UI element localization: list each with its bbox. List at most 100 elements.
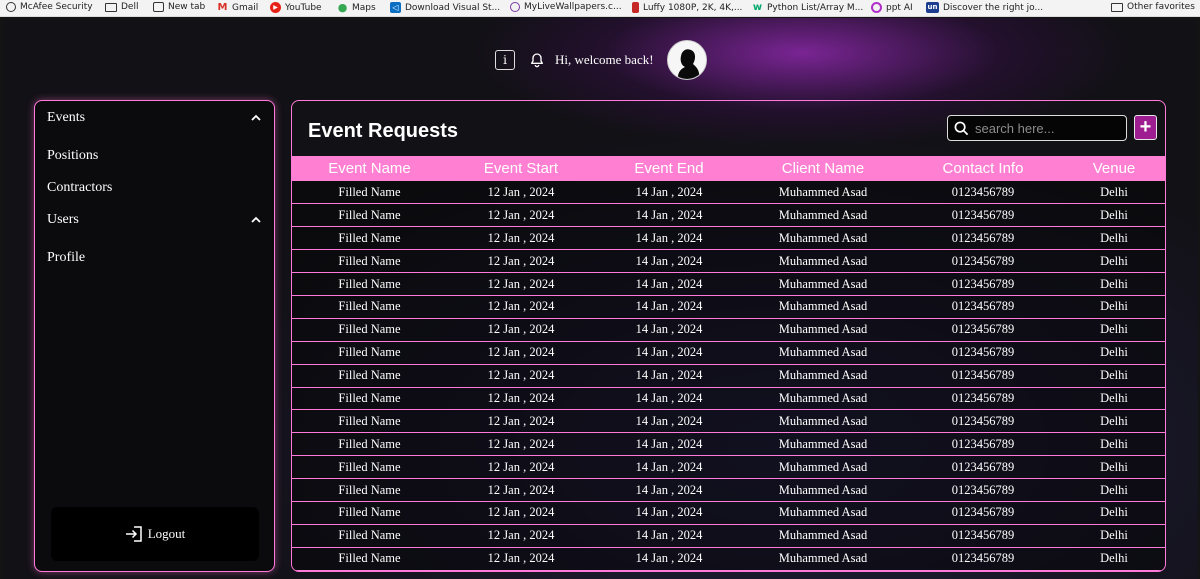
sidebar-item-positions[interactable]: Positions [47,148,262,164]
bookmark-youtube[interactable]: ▶ YouTube [270,2,322,13]
luffy-icon [632,2,639,13]
tab-icon [153,2,164,12]
contact-info-cell: 0123456789 [951,482,1015,497]
table-row[interactable]: Filled Name 12 Jan , 2024 14 Jan , 2024 Muh… [292,318,1165,342]
sidebar-item-events[interactable]: Events [47,110,262,126]
column-header[interactable]: Client Name [743,156,903,181]
event-start-cell: 12 Jan , 2024 [487,184,555,199]
client-name-cell: Muhammed Asad [778,207,868,222]
bookmark-dell[interactable]: Dell [105,2,138,12]
event-end-cell: 14 Jan , 2024 [635,390,703,405]
client-name-cell: Muhammed Asad [778,276,868,291]
contact-info-cell: 0123456789 [951,184,1015,199]
table-row[interactable]: Filled Name 12 Jan , 2024 14 Jan , 2024 Muh… [292,432,1165,456]
table-row[interactable]: Filled Name 12 Jan , 2024 14 Jan , 2024 Muh… [292,226,1165,250]
client-name-cell: Muhammed Asad [778,253,868,268]
event-end-cell: 14 Jan , 2024 [635,482,703,497]
maps-icon: ● [337,1,348,14]
column-header[interactable]: Contact Info [903,156,1063,181]
bookmark-visual-studio[interactable]: ◁ Download Visual St... [390,2,500,13]
sidebar-item-users[interactable]: Users [47,212,262,228]
bookmark-other-favorites[interactable]: Other favorites [1111,2,1195,12]
table-row[interactable]: Filled Name 12 Jan , 2024 14 Jan , 2024 Muh… [292,387,1165,410]
sidebar-item-contractors[interactable]: Contractors [47,180,262,196]
client-name-cell: Muhammed Asad [778,528,868,543]
table-row[interactable]: Filled Name 12 Jan , 2024 14 Jan , 2024 Muh… [292,501,1165,525]
bookmark-ppt-ai[interactable]: ppt AI [871,2,913,13]
event-requests-panel: Event Requests + Event NameEvent StartEv… [291,100,1166,572]
bookmark-mcafee[interactable]: McAfee Security [6,2,93,12]
event-end-cell: 14 Jan , 2024 [635,528,703,543]
column-header[interactable]: Event End [595,156,743,181]
bookmark-new-tab[interactable]: New tab [153,2,205,12]
bookmark-discover-jobs[interactable]: un Discover the right jo... [926,2,1043,13]
sidebar-item-profile[interactable]: Profile [47,250,262,266]
client-name-cell: Muhammed Asad [778,505,868,520]
table-row[interactable]: Filled Name 12 Jan , 2024 14 Jan , 2024 Muh… [292,364,1165,388]
event-requests-table: Event Name Event Start Event End Client Nam… [292,156,1165,571]
table-row[interactable]: Filled Name 12 Jan , 2024 14 Jan , 2024 Muh… [292,341,1165,365]
chevron-up-icon[interactable] [250,112,262,124]
venue-cell: Delhi [1100,345,1128,360]
event-name-cell: Filled Name [338,299,401,314]
vscode-icon: ◁ [390,2,401,13]
contact-info-cell: 0123456789 [951,345,1015,360]
chevron-up-icon[interactable] [250,214,262,226]
bookmark-luffy[interactable]: Luffy 1080P, 2K, 4K,... [632,2,742,13]
event-name-cell: Filled Name [338,436,401,451]
client-name-cell: Muhammed Asad [778,299,868,314]
event-start-cell: 12 Jan , 2024 [487,528,555,543]
contact-info-cell: 0123456789 [951,368,1015,383]
event-start-cell: 12 Jan , 2024 [487,230,555,245]
event-name-cell: Filled Name [338,184,401,199]
table-row[interactable]: Filled Name 12 Jan , 2024 14 Jan , 2024 Muh… [292,272,1165,296]
contact-info-cell: 0123456789 [951,551,1015,566]
event-start-cell: 12 Jan , 2024 [487,459,555,474]
event-start-cell: 12 Jan , 2024 [487,207,555,222]
bookmark-mylivewallpapers[interactable]: MyLiveWallpapers.c... [510,2,622,12]
sidebar: Events Positions Contractors Users Profi… [34,100,275,572]
event-end-cell: 14 Jan , 2024 [635,276,703,291]
column-header[interactable]: Venue [1063,156,1165,181]
event-name-cell: Filled Name [338,413,401,428]
contact-info-cell: 0123456789 [951,230,1015,245]
venue-cell: Delhi [1100,482,1128,497]
search-input[interactable] [975,120,1115,136]
event-end-cell: 14 Jan , 2024 [635,207,703,222]
column-header[interactable]: Event Name [292,156,447,181]
bell-icon[interactable] [529,52,545,68]
info-button[interactable]: i [495,50,515,70]
table-row[interactable]: Filled Name 12 Jan , 2024 14 Jan , 2024 Muh… [292,295,1165,319]
avatar[interactable] [666,40,707,80]
search-box[interactable] [947,115,1127,141]
contact-info-cell: 0123456789 [951,276,1015,291]
column-header[interactable]: Event Start [447,156,595,181]
bookmark-maps[interactable]: ● Maps [337,2,376,13]
event-start-cell: 12 Jan , 2024 [487,505,555,520]
search-icon [954,121,969,135]
logout-button[interactable]: Logout [51,507,259,561]
bookmark-gmail[interactable]: M Gmail [217,2,259,13]
table-row[interactable]: Filled Name 12 Jan , 2024 14 Jan , 2024 Muh… [292,478,1165,502]
table-row[interactable]: Filled Name 12 Jan , 2024 14 Jan , 2024 Muh… [292,547,1165,571]
add-event-button[interactable]: + [1134,115,1157,140]
venue-cell: Delhi [1100,505,1128,520]
table-row[interactable]: Filled Name 12 Jan , 2024 14 Jan , 2024 Muh… [292,409,1165,433]
table-row[interactable]: Filled Name 12 Jan , 2024 14 Jan , 2024 Muh… [292,203,1165,227]
table-row[interactable]: Filled Name 12 Jan , 2024 14 Jan , 2024 Muh… [292,181,1165,204]
ppt-ai-icon [871,2,882,13]
client-name-cell: Muhammed Asad [778,551,868,566]
app-window: i Hi, welcome back! Events Positions Con… [2,18,1198,579]
event-name-cell: Filled Name [338,368,401,383]
event-start-cell: 12 Jan , 2024 [487,368,555,383]
event-start-cell: 12 Jan , 2024 [487,345,555,360]
youtube-icon: ▶ [270,2,281,13]
event-name-cell: Filled Name [338,390,401,405]
venue-cell: Delhi [1100,230,1128,245]
table-row[interactable]: Filled Name 12 Jan , 2024 14 Jan , 2024 Muh… [292,249,1165,273]
client-name-cell: Muhammed Asad [778,322,868,337]
table-row[interactable]: Filled Name 12 Jan , 2024 14 Jan , 2024 Muh… [292,455,1165,479]
event-end-cell: 14 Jan , 2024 [635,413,703,428]
bookmark-python-list[interactable]: w Python List/Array M... [752,2,863,13]
table-row[interactable]: Filled Name 12 Jan , 2024 14 Jan , 2024 Muh… [292,524,1165,548]
